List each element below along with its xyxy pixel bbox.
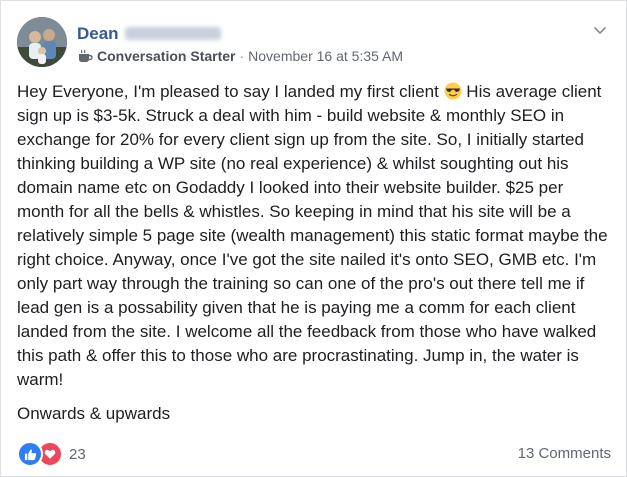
post-text: His average client sign up is $3-5k. Str… [17, 82, 608, 389]
comments-link[interactable]: 13 Comments [518, 445, 611, 462]
post-paragraph: Hey Everyone, I'm pleased to say I lande… [17, 80, 613, 392]
author-surname-redaction [124, 27, 221, 40]
post-timestamp[interactable]: November 16 at 5:35 AM [248, 48, 403, 64]
sunglasses-emoji-icon [444, 82, 462, 100]
post-body: Hey Everyone, I'm pleased to say I lande… [17, 80, 613, 436]
author-name[interactable]: Dean [77, 24, 119, 43]
post-footer: 23 13 Comments [17, 441, 611, 467]
badge-label[interactable]: Conversation Starter [97, 48, 235, 64]
reactions-summary[interactable]: 23 [17, 441, 86, 467]
post-text: Hey Everyone, I'm pleased to say I lande… [17, 82, 439, 101]
post-paragraph: Onwards & upwards [17, 402, 613, 426]
like-icon [17, 441, 43, 467]
chevron-down-icon[interactable] [593, 23, 607, 35]
post-meta: Conversation Starter · November 16 at 5:35… [77, 48, 403, 64]
post-text: Onwards & upwards [17, 404, 171, 423]
post-card: Dean Conversation Starter · November 16 at… [0, 0, 627, 477]
post-header: Dean Conversation Starter · November 16 at… [17, 13, 607, 67]
reaction-count[interactable]: 23 [69, 446, 86, 463]
meta-separator: · [239, 48, 245, 64]
coffee-cup-icon [77, 49, 93, 63]
profile-photo-icon[interactable] [17, 17, 67, 67]
author-line: Dean [77, 24, 221, 44]
